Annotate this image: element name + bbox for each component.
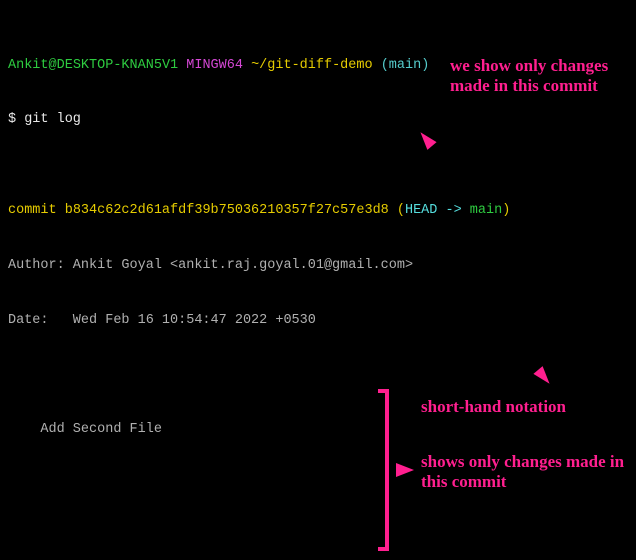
prompt-line: Ankit@DESKTOP-KNAN5V1 MINGW64 ~/git-diff… [8,57,628,75]
commit-author: Author: Ankit Goyal <ankit.raj.goyal.01@… [8,257,628,275]
commit-msg: Add Second File [8,421,628,439]
terminal[interactable]: Ankit@DESKTOP-KNAN5V1 MINGW64 ~/git-diff… [0,0,636,560]
commit-date: Date: Wed Feb 16 10:54:47 2022 +0530 [8,312,628,330]
commit-hash-line: commit b834c62c2d61afdf39b75036210357f27… [8,202,628,220]
cmd-git-log: $ git log [8,111,628,129]
blank [8,366,628,384]
blank [8,476,628,494]
